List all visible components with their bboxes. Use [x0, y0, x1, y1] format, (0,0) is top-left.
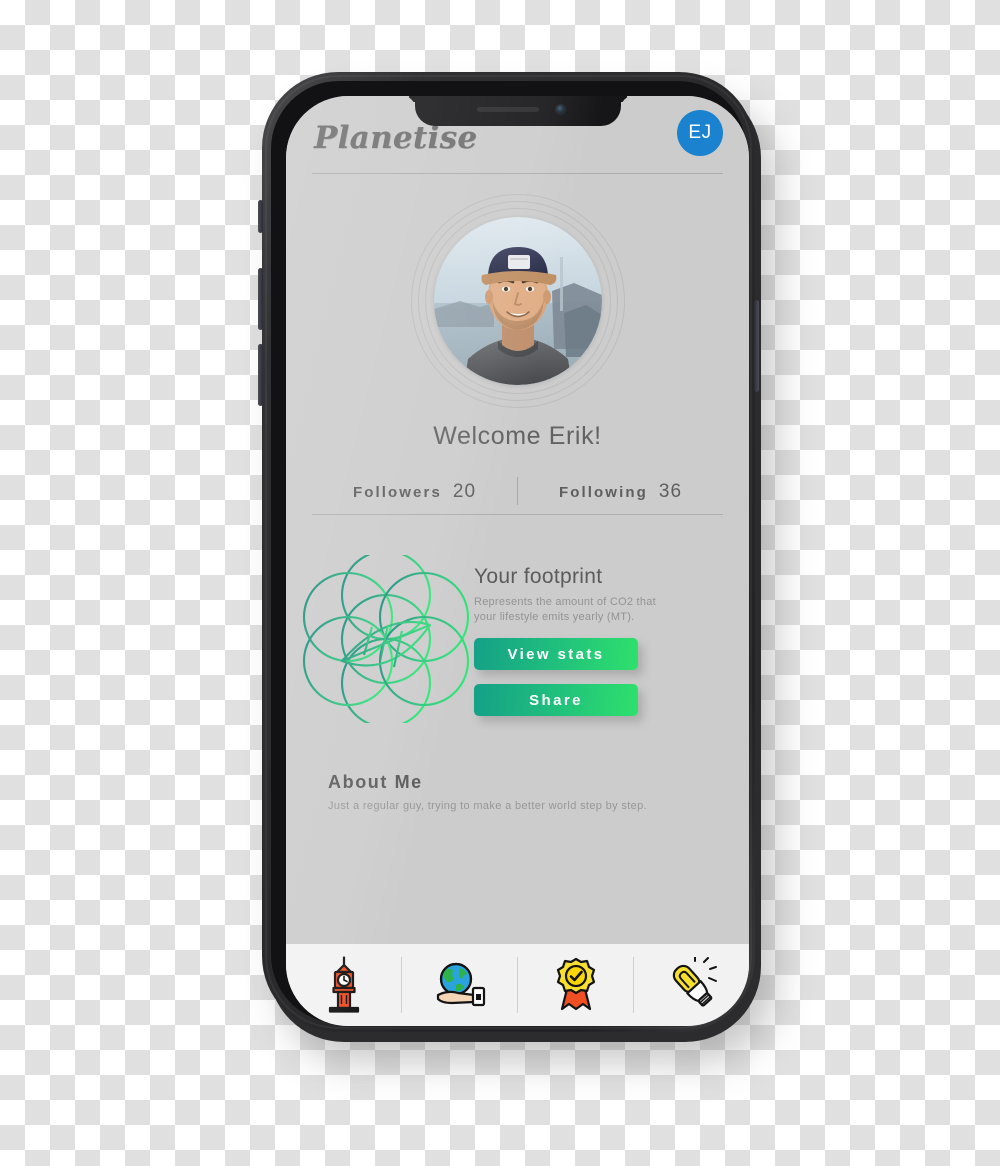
bottom-navigation-bar — [286, 944, 749, 1026]
stat-followers-value: 20 — [452, 481, 477, 502]
phone-screen: Planetise EJ Welcome Erik! Followers 20 … — [286, 96, 749, 1026]
volume-down-button[interactable] — [258, 344, 263, 406]
user-initials-badge[interactable]: EJ — [677, 110, 723, 156]
welcome-message: Welcome Erik! — [433, 422, 602, 450]
stat-followers[interactable]: Followers 20 — [312, 477, 517, 505]
view-stats-button[interactable]: View stats — [474, 638, 638, 671]
stat-followers-label: Followers — [352, 483, 442, 501]
stat-following-value: 36 — [658, 481, 683, 502]
silent-switch-button[interactable] — [258, 200, 263, 233]
profile-photo[interactable] — [433, 217, 602, 385]
nav-item-globe[interactable] — [401, 957, 517, 1013]
app-viewport: Planetise EJ Welcome Erik! Followers 20 … — [286, 96, 749, 1026]
about-title: About Me — [328, 772, 423, 793]
phone-notch — [414, 96, 621, 126]
flower-of-life-logo-icon — [298, 555, 474, 723]
volume-up-button[interactable] — [258, 268, 263, 330]
front-camera-icon — [554, 104, 566, 115]
header-divider — [312, 173, 723, 174]
footprint-description: Represents the amount of CO2 that your l… — [474, 596, 656, 624]
stat-following[interactable]: Following 36 — [517, 477, 723, 505]
nav-item-clock-tower[interactable] — [286, 956, 401, 1014]
avatar-ring-decoration — [410, 194, 625, 408]
follower-stats-row: Followers 20 Following 36 — [312, 477, 723, 515]
about-description: Just a regular guy, trying to make a bet… — [328, 800, 647, 813]
clock-tower-icon — [320, 956, 368, 1014]
phone-mockup: Planetise EJ Welcome Erik! Followers 20 … — [258, 72, 767, 1047]
footprint-info: Your footprint Represents the amount of … — [474, 549, 731, 730]
phone-body: Planetise EJ Welcome Erik! Followers 20 … — [258, 72, 759, 1032]
light-bulb-icon — [664, 957, 720, 1013]
footprint-title: Your footprint — [474, 565, 603, 588]
globe-in-hand-icon — [432, 960, 488, 1010]
speaker-grille — [476, 107, 539, 112]
about-section: About Me Just a regular guy, trying to m… — [286, 772, 749, 812]
profile-section: Welcome Erik! — [286, 178, 749, 451]
phone-bezel: Planetise EJ Welcome Erik! Followers 20 … — [271, 81, 749, 1026]
share-button[interactable]: Share — [474, 684, 638, 717]
footprint-section: Your footprint Represents the amount of … — [286, 549, 749, 730]
nav-item-bulb[interactable] — [633, 957, 749, 1013]
stat-following-label: Following — [558, 483, 648, 501]
award-ribbon-icon — [553, 957, 599, 1013]
nav-item-award[interactable] — [517, 957, 633, 1013]
power-button[interactable] — [754, 300, 759, 392]
